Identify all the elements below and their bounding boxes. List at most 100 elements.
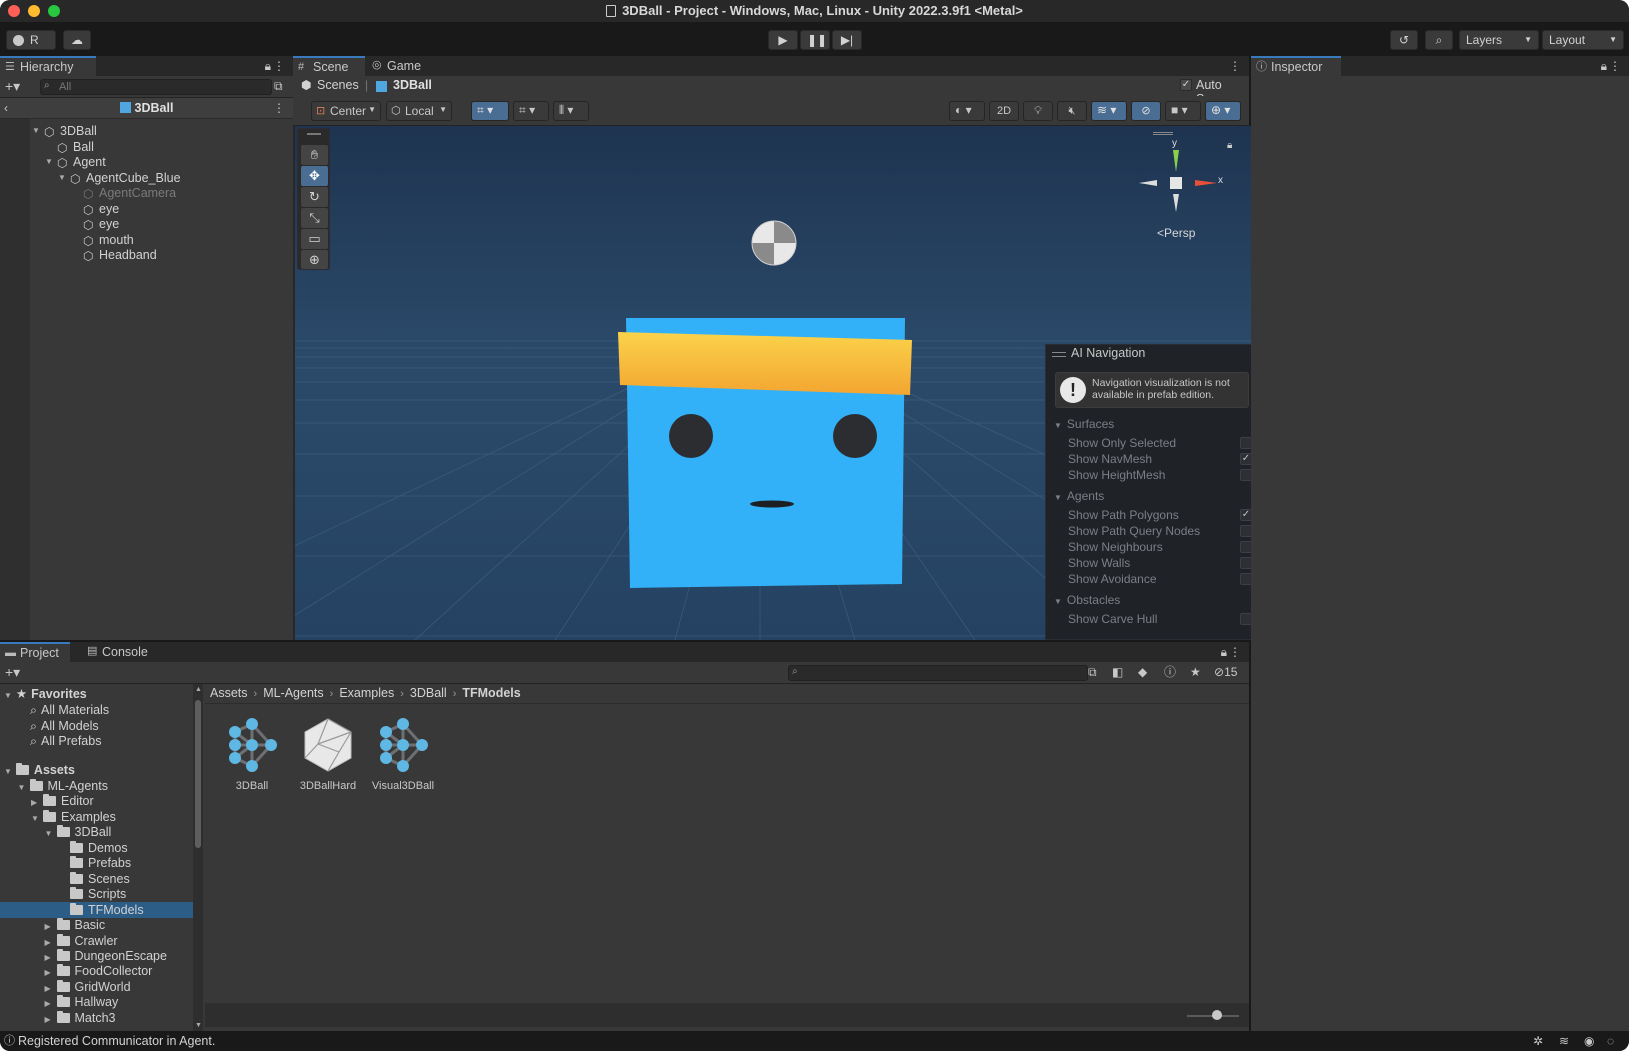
debug-bug-icon[interactable]: ✲: [1533, 1034, 1543, 1048]
effects-dropdown[interactable]: ≋ ▾: [1091, 101, 1127, 121]
kebab-menu-icon[interactable]: ⋮: [1229, 645, 1241, 659]
scale-tool-button[interactable]: ⤡: [301, 208, 328, 228]
favorite-item[interactable]: ⌕ All Materials: [30, 702, 109, 718]
breadcrumb-item[interactable]: Assets: [210, 686, 248, 700]
icon-size-slider-thumb[interactable]: [1212, 1010, 1222, 1020]
favorites-header[interactable]: ▼ ★ Favorites: [4, 686, 87, 702]
nav-section-header[interactable]: ▼ Surfaces: [1054, 416, 1114, 432]
history-button[interactable]: ↺: [1390, 30, 1418, 50]
search-scope-icon[interactable]: ⧉: [1088, 665, 1097, 679]
space-local-dropdown[interactable]: ⬡ Local ▼: [386, 101, 452, 121]
scroll-up-icon[interactable]: ▲: [195, 686, 202, 693]
filter-label-icon[interactable]: ◆: [1138, 665, 1147, 679]
breadcrumb-item[interactable]: 3DBall: [410, 686, 447, 700]
expand-triangle-icon[interactable]: ▼: [45, 154, 53, 170]
project-folder-item[interactable]: Scenes: [0, 871, 193, 887]
scroll-down-icon[interactable]: ▼: [195, 1022, 202, 1029]
hidden-packages-toggle[interactable]: ⊘15: [1214, 665, 1237, 679]
toggle-2d-button[interactable]: 2D: [989, 101, 1019, 121]
tab-console[interactable]: ▤ Console: [82, 642, 156, 662]
kebab-menu-icon[interactable]: ⋮: [1609, 59, 1621, 73]
draw-mode-dropdown[interactable]: ◐ ▾: [949, 101, 985, 121]
nav-option-row[interactable]: Show NavMesh ✓: [1068, 451, 1252, 467]
nav-option-row[interactable]: Show Walls: [1068, 555, 1252, 571]
hierarchy-item[interactable]: ⬡ AgentCamera: [83, 185, 176, 201]
breadcrumb-item[interactable]: TFModels: [462, 686, 520, 700]
scene-header[interactable]: ‹ 3DBall ⋮: [0, 98, 293, 119]
ball-object[interactable]: [749, 218, 799, 268]
gizmo-drag-handle[interactable]: [1153, 132, 1173, 135]
tab-inspector[interactable]: ⓘ Inspector: [1251, 56, 1341, 76]
add-icon[interactable]: +▾: [5, 79, 20, 93]
kebab-menu-icon[interactable]: ⋮: [273, 59, 285, 73]
tab-scene[interactable]: # Scene: [293, 56, 365, 76]
scene-search-icon[interactable]: ⧉: [274, 79, 283, 93]
kebab-menu-icon[interactable]: ⋮: [273, 101, 285, 115]
align-button[interactable]: ⫴ ▾: [553, 101, 589, 121]
hierarchy-item[interactable]: ⬡ Headband: [83, 247, 157, 263]
move-tool-button[interactable]: ✥: [301, 166, 328, 186]
tab-game[interactable]: ◎ Game: [367, 56, 433, 76]
hand-tool-button[interactable]: ✋︎: [301, 145, 328, 165]
gizmo-lock-icon[interactable]: 🔒︎: [1227, 140, 1232, 151]
play-button[interactable]: ▶: [768, 30, 798, 50]
nav-option-row[interactable]: Show Avoidance: [1068, 571, 1252, 587]
filter-type-icon[interactable]: ◧: [1112, 665, 1123, 679]
drag-handle-icon[interactable]: [307, 133, 321, 135]
pivot-center-dropdown[interactable]: ⊡ Center ▼: [311, 101, 381, 121]
lock-icon[interactable]: 🔒︎: [1221, 645, 1227, 659]
rect-tool-button[interactable]: ▭: [301, 229, 328, 249]
audio-toggle-button[interactable]: 🔇︎: [1057, 101, 1087, 121]
project-folder-item[interactable]: ▶ DungeonEscape: [0, 948, 193, 964]
pause-button[interactable]: ❚❚: [800, 30, 830, 50]
project-folder-item[interactable]: ▶ Basic: [0, 917, 193, 933]
breadcrumb-item[interactable]: ML-Agents: [263, 686, 323, 700]
nav-option-row[interactable]: Show Path Polygons ✓: [1068, 507, 1252, 523]
hierarchy-search-input[interactable]: ⌕ All: [40, 79, 272, 95]
add-icon[interactable]: +▾: [5, 665, 20, 679]
kebab-menu-icon[interactable]: ⋮: [1229, 59, 1241, 73]
nav-section-header[interactable]: ▼ Obstacles: [1054, 592, 1120, 608]
step-button[interactable]: ▶|: [832, 30, 862, 50]
asset-tile[interactable]: Visual3DBall: [366, 716, 440, 792]
project-search-input[interactable]: ⌕: [788, 665, 1088, 681]
minimize-window-button[interactable]: [28, 5, 40, 17]
nav-option-row[interactable]: Show Carve Hull: [1068, 611, 1252, 627]
hierarchy-item[interactable]: ⬡ eye: [83, 216, 119, 232]
tree-scrollbar-thumb[interactable]: [195, 700, 201, 848]
progress-stack-icon[interactable]: ≋: [1559, 1034, 1569, 1048]
nav-option-row[interactable]: Show Neighbours: [1068, 539, 1252, 555]
camera-settings-dropdown[interactable]: ■ ▾: [1165, 101, 1201, 121]
scene-visibility-button[interactable]: ⊘: [1131, 101, 1161, 121]
account-dropdown[interactable]: R ▼: [6, 30, 56, 64]
tab-hierarchy[interactable]: ☰ Hierarchy: [0, 56, 96, 76]
collapse-triangle-icon[interactable]: ▶: [45, 1012, 53, 1028]
asset-tile[interactable]: 3DBall: [215, 716, 289, 792]
increment-snap-button[interactable]: ⌗ ▾: [513, 101, 549, 121]
breadcrumb-item[interactable]: Examples: [339, 686, 394, 700]
project-folder-item[interactable]: Scripts: [0, 886, 193, 902]
project-folder-item[interactable]: ▶ Crawler: [0, 933, 193, 949]
close-window-button[interactable]: [8, 5, 20, 17]
nav-option-row[interactable]: Show Only Selected: [1068, 435, 1252, 451]
hierarchy-item[interactable]: ⬡ mouth: [83, 232, 134, 248]
hierarchy-item[interactable]: ⬡ eye: [83, 201, 119, 217]
asset-tile[interactable]: 3DBallHard: [291, 716, 365, 792]
tab-project[interactable]: ▬ Project: [0, 642, 70, 662]
layers-dropdown[interactable]: Layers ▼: [1459, 30, 1539, 50]
favorite-star-icon[interactable]: ★: [1190, 665, 1201, 679]
nav-option-row[interactable]: Show Path Query Nodes: [1068, 523, 1252, 539]
lock-icon[interactable]: 🔒︎: [265, 59, 271, 73]
layout-dropdown[interactable]: Layout ▼: [1542, 30, 1624, 50]
agent-cube-blue[interactable]: [615, 318, 915, 598]
project-folder-item[interactable]: Demos: [0, 840, 193, 856]
project-folder-item[interactable]: ▶ Editor: [0, 793, 193, 809]
hierarchy-item[interactable]: ▼ ⬡ 3DBall: [32, 123, 97, 139]
search-button[interactable]: ⌕: [1425, 30, 1453, 50]
project-folder-item[interactable]: ▶ FoodCollector: [0, 963, 193, 979]
hierarchy-item[interactable]: ▼ ⬡ AgentCube_Blue: [58, 170, 181, 186]
favorite-item[interactable]: ⌕ All Prefabs: [30, 733, 101, 749]
zoom-window-button[interactable]: [48, 5, 60, 17]
rotate-tool-button[interactable]: ↻: [301, 187, 328, 207]
hierarchy-item[interactable]: ⬡ Ball: [57, 139, 94, 155]
